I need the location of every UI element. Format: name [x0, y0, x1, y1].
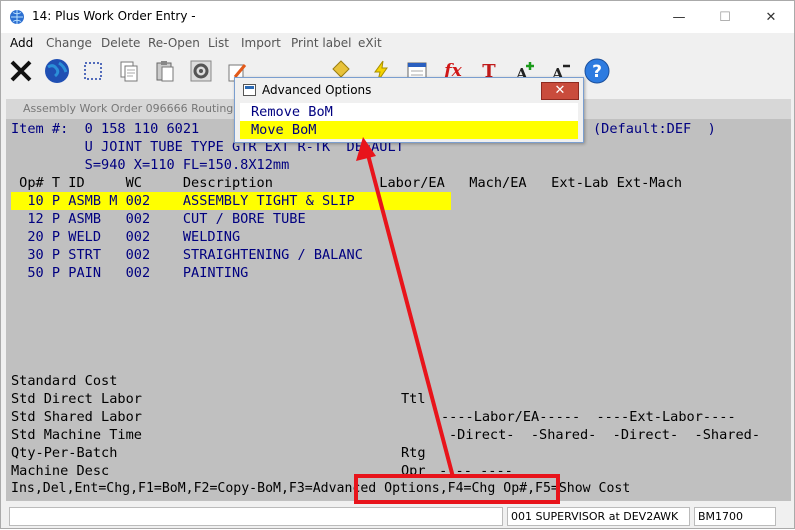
opr-label: Opr — [401, 463, 426, 479]
std-direct-labor-label: Std Direct Labor — [11, 391, 142, 407]
ttl-label: Ttl — [401, 391, 426, 407]
status-user: 001 SUPERVISOR at DEV2AWK — [507, 507, 690, 526]
menu-bar: Add Change Delete Re-Open List Import Pr… — [1, 33, 794, 53]
routing-table-header: Op# T ID WC Description Labor/EA Mach/EA… — [11, 175, 683, 191]
maximize-button[interactable]: ☐ — [702, 1, 748, 33]
title-bar: 14: Plus Work Order Entry - — ☐ ✕ — [1, 1, 794, 33]
globe-icon[interactable] — [42, 56, 72, 86]
standard-cost-label: Standard Cost — [11, 373, 118, 389]
menu-change[interactable]: Change — [46, 36, 92, 50]
app-window: 14: Plus Work Order Entry - — ☐ ✕ Add Ch… — [0, 0, 795, 529]
qty-per-batch-label: Qty-Per-Batch — [11, 445, 118, 461]
routing-row[interactable]: 10 P ASMB M 002 ASSEMBLY TIGHT & SLIP — [11, 192, 354, 210]
help-icon[interactable]: ? — [582, 56, 612, 86]
default-text: (Default:DEF ) — [593, 121, 716, 137]
dialog-close-button[interactable]: ✕ — [541, 82, 579, 100]
exit-icon[interactable] — [6, 56, 36, 86]
menu-reopen[interactable]: Re-Open — [148, 36, 200, 50]
menu-import[interactable]: Import — [241, 36, 281, 50]
minimize-button[interactable]: — — [656, 1, 702, 33]
paste-icon[interactable] — [150, 56, 180, 86]
function-key-bar: Ins,Del,Ent=Chg,F1=BoM,F2=Copy-BoM,F3=Ad… — [11, 481, 631, 496]
labor-ea-header: ----Labor/EA----- ----Ext-Labor---- — [441, 409, 736, 425]
status-message — [9, 507, 503, 526]
advanced-options-dialog: Advanced Options ✕ Remove BoM Move BoM — [234, 77, 584, 143]
opr-value: ---- ---- — [431, 463, 513, 479]
item-number-line: Item #: 0 158 110 6021 — [11, 121, 200, 137]
window-title: 14: Plus Work Order Entry - — [32, 9, 196, 23]
machine-desc-label: Machine Desc — [11, 463, 110, 479]
dialog-window-icon — [243, 84, 256, 96]
dialog-title: Advanced Options — [262, 83, 372, 97]
options-list: Remove BoM Move BoM — [240, 103, 578, 139]
item-description-2: S=940 X=110 FL=150.8X12mm — [11, 157, 290, 173]
copy-icon[interactable] — [114, 56, 144, 86]
menu-print-label[interactable]: Print label — [291, 36, 351, 50]
app-globe-icon — [10, 10, 24, 24]
std-machine-time-label: Std Machine Time — [11, 427, 142, 443]
menu-add[interactable]: Add — [10, 36, 33, 50]
option-move-bom[interactable]: Move BoM — [240, 121, 578, 139]
routing-row[interactable]: 12 P ASMB 002 CUT / BORE TUBE — [11, 210, 305, 228]
rtg-label: Rtg — [401, 445, 426, 461]
terminal-screen[interactable]: Item #: 0 158 110 6021 (Default:DEF ) U … — [6, 119, 791, 501]
routing-row[interactable]: 30 P STRT 002 STRAIGHTENING / BALANC — [11, 246, 363, 264]
routing-row[interactable]: 20 P WELD 002 WELDING — [11, 228, 240, 246]
direct-shared-header: -Direct- -Shared- -Direct- -Shared- — [449, 427, 760, 443]
status-bar: 001 SUPERVISOR at DEV2AWK BM1700 — [1, 504, 794, 528]
settings-icon[interactable] — [186, 56, 216, 86]
menu-exit[interactable]: eXit — [358, 36, 382, 50]
svg-text:?: ? — [592, 62, 602, 82]
menu-list[interactable]: List — [208, 36, 229, 50]
routing-row[interactable]: 50 P PAIN 002 PAINTING — [11, 264, 248, 282]
std-shared-labor-label: Std Shared Labor — [11, 409, 142, 425]
close-button[interactable]: ✕ — [748, 1, 794, 33]
select-icon[interactable] — [78, 56, 108, 86]
status-code: BM1700 — [694, 507, 776, 526]
option-remove-bom[interactable]: Remove BoM — [240, 103, 578, 121]
menu-delete[interactable]: Delete — [101, 36, 140, 50]
inner-window-title: Assembly Work Order 096666 Routing M — [23, 102, 247, 115]
